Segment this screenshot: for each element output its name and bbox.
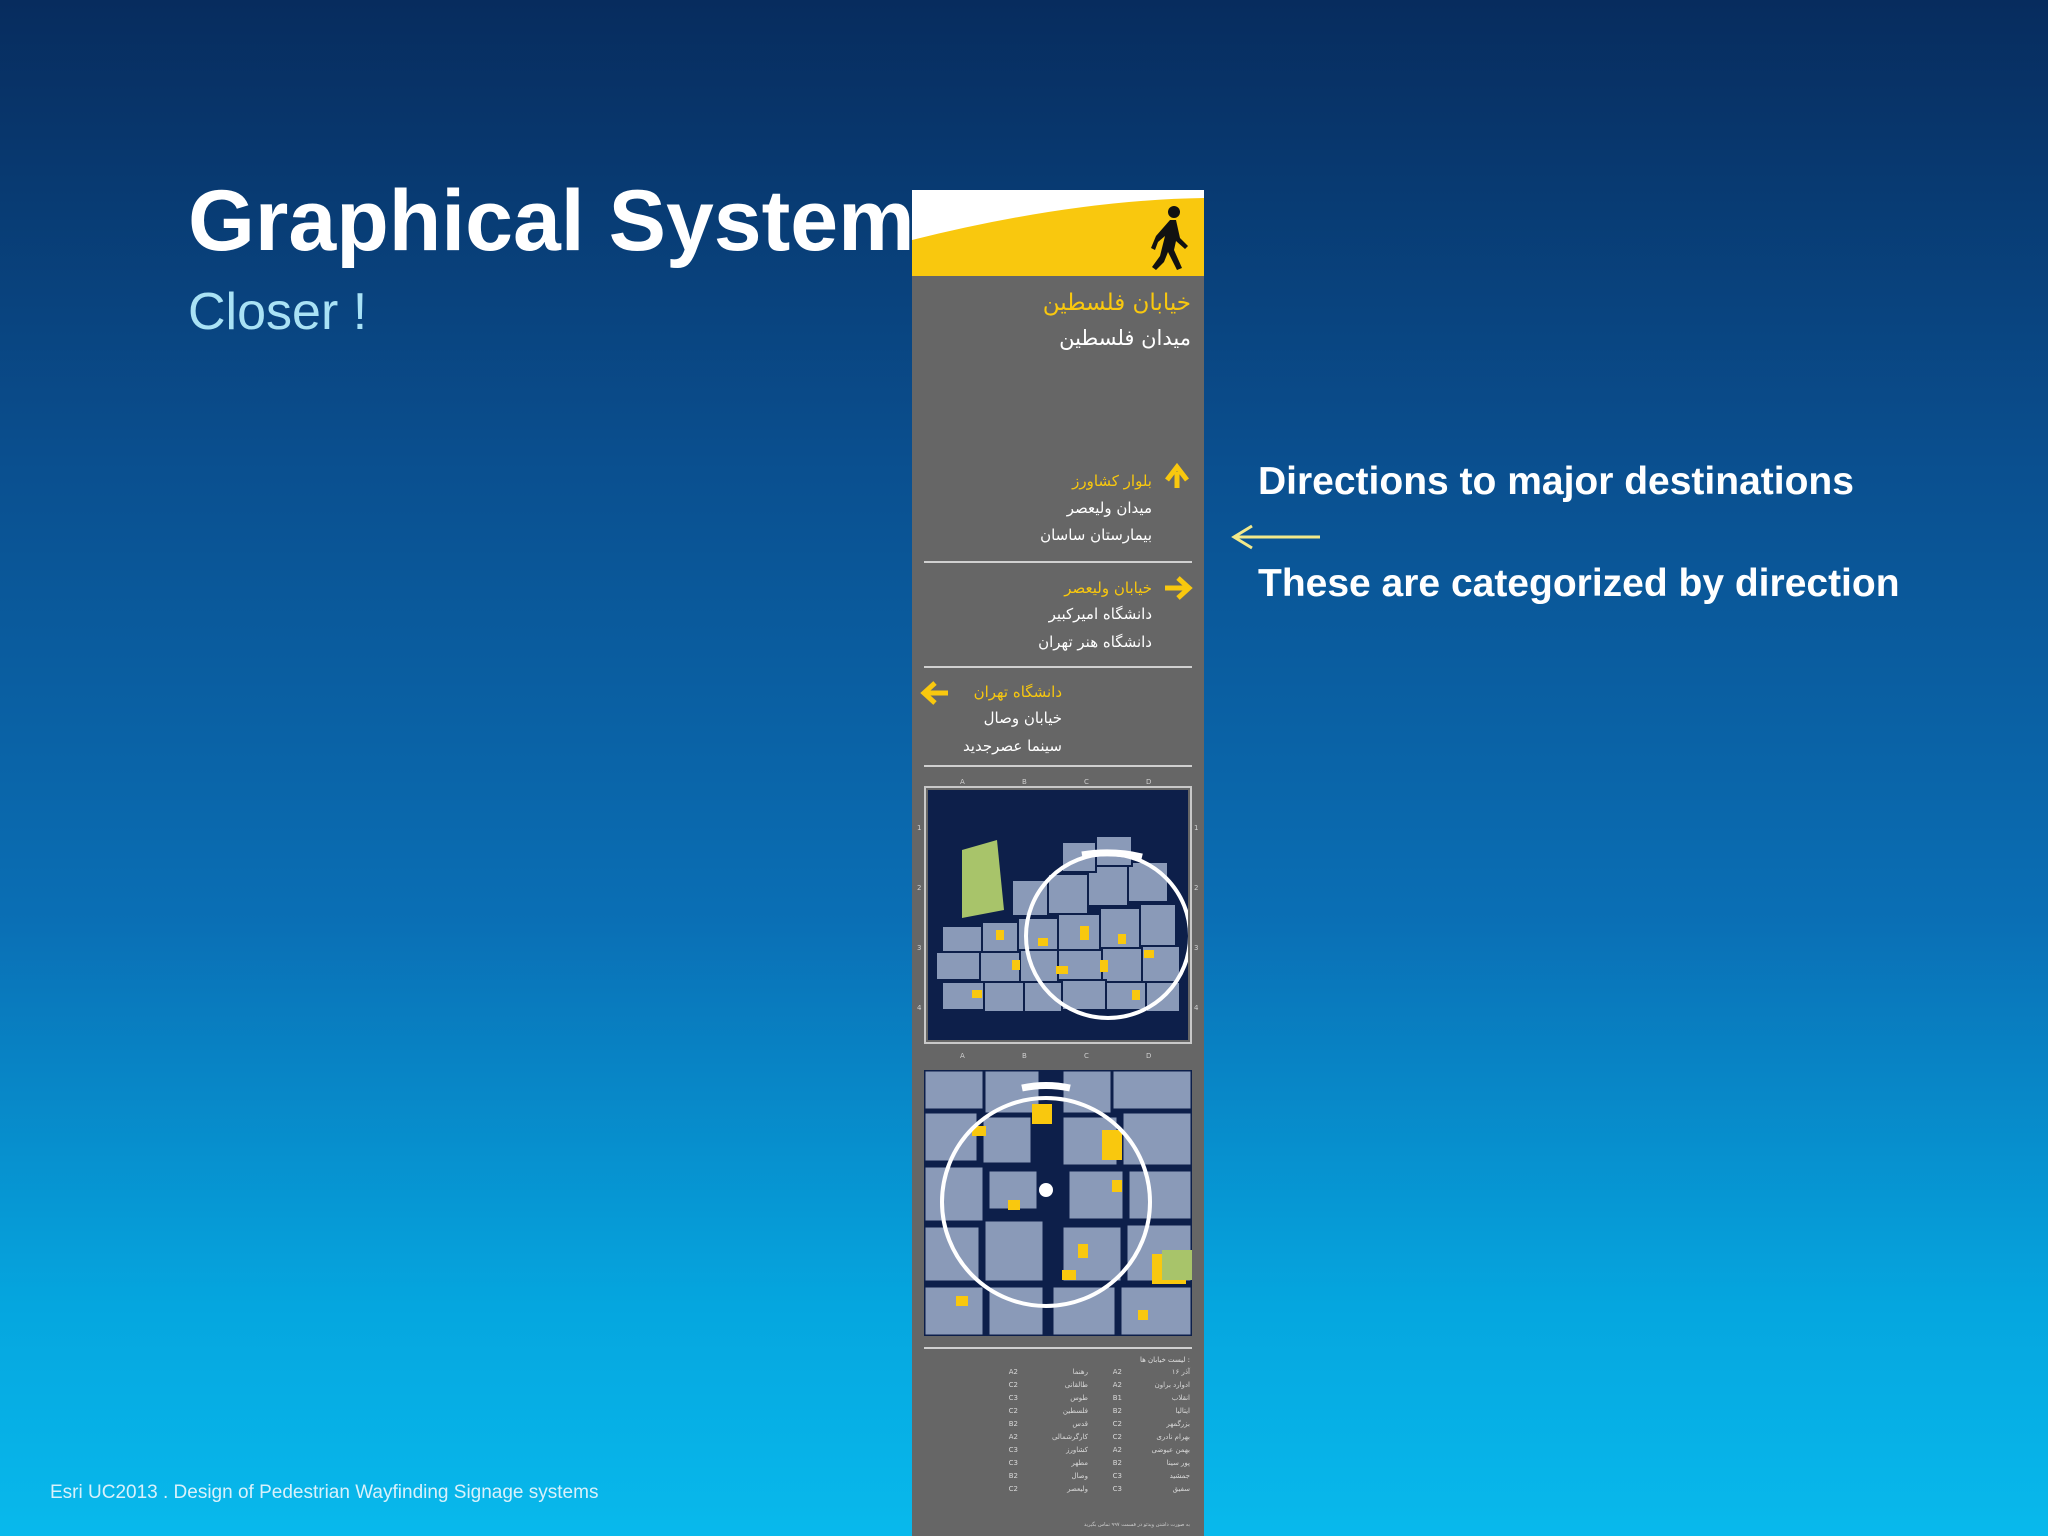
street-index-code: C2 — [1009, 1381, 1018, 1389]
svg-text:2: 2 — [917, 884, 921, 892]
street-index-code: A2 — [1113, 1368, 1122, 1376]
sign-footnote: به صورت داشتن ویدئو در قسمت ۹۹۷ تماس بگی… — [1084, 1521, 1190, 1528]
direction-group-3-item-1: خیابان وصال — [984, 709, 1062, 727]
svg-text:4: 4 — [1194, 1004, 1199, 1012]
callout-directions: Directions to major destinations — [1258, 460, 1854, 503]
street-index-code: B2 — [1113, 1407, 1122, 1415]
street-index-code: C3 — [1113, 1472, 1122, 1480]
direction-group-2-item-1: دانشگاه امیرکبیر — [1048, 605, 1152, 623]
street-index-name: بزرگمهر — [1165, 1419, 1190, 1428]
slide-subtitle: Closer ! — [188, 283, 368, 341]
wayfinding-sign: خیابان فلسطین میدان فلسطین بلوار کشاورز … — [912, 190, 1204, 1536]
slide-title: Graphical System — [188, 173, 915, 269]
street-index-code: C2 — [1113, 1433, 1122, 1441]
street-index-code: A2 — [1009, 1433, 1018, 1441]
street-index-code: C3 — [1009, 1459, 1018, 1467]
svg-text:D: D — [1146, 1052, 1151, 1060]
street-index-name: طوس — [1070, 1394, 1088, 1402]
street-index-code: B2 — [1009, 1420, 1018, 1428]
svg-text:B: B — [1022, 778, 1027, 786]
svg-text:3: 3 — [917, 944, 921, 952]
direction-group-2-item-2: دانشگاه هنر تهران — [1038, 633, 1152, 651]
street-index-name: مطهر — [1070, 1459, 1088, 1467]
street-index-code: C2 — [1009, 1407, 1018, 1415]
street-index-code: C3 — [1113, 1485, 1122, 1493]
svg-text:C: C — [1084, 1052, 1089, 1060]
street-index-code: B2 — [1113, 1459, 1122, 1467]
street-index-name: سفیق — [1173, 1485, 1190, 1493]
street-index-code: B1 — [1113, 1394, 1122, 1402]
sign-street-name: خیابان فلسطین — [1043, 290, 1191, 316]
svg-text:B: B — [1022, 1052, 1027, 1060]
callout-categorized: These are categorized by direction — [1258, 562, 1900, 605]
street-index-name: بهمن عیوضی — [1152, 1446, 1191, 1454]
street-index-name: کارگرشمالی — [1052, 1432, 1089, 1441]
street-index-name: طالقانی — [1065, 1381, 1089, 1389]
svg-text:D: D — [1146, 778, 1151, 786]
street-index-name: بهرام نادری — [1156, 1433, 1190, 1441]
svg-text:2: 2 — [1194, 884, 1198, 892]
street-index-name: قدس — [1072, 1420, 1088, 1428]
you-are-here-marker — [1039, 1183, 1053, 1197]
street-index-name: رهنما — [1073, 1368, 1088, 1376]
street-index-code: C2 — [1009, 1485, 1018, 1493]
park-area — [962, 840, 1004, 918]
street-index-code: A2 — [1113, 1446, 1122, 1454]
street-index-code: A2 — [1113, 1381, 1122, 1389]
svg-text:4: 4 — [917, 1004, 922, 1012]
street-index-name: انقلاب — [1172, 1394, 1190, 1402]
street-index-name: ولیعصر — [1066, 1485, 1088, 1493]
svg-text:A: A — [960, 778, 965, 786]
svg-text:C: C — [1084, 778, 1089, 786]
direction-group-3-item-2: سینما عصرجدید — [963, 737, 1062, 755]
direction-group-1-heading: بلوار کشاورز — [1071, 472, 1152, 490]
direction-group-3-heading: دانشگاه تهران — [974, 683, 1062, 701]
street-index-code: C3 — [1009, 1394, 1018, 1402]
street-index-code: B2 — [1009, 1472, 1018, 1480]
svg-text:1: 1 — [1194, 824, 1198, 832]
svg-text:A: A — [960, 1052, 965, 1060]
direction-group-2-heading: خیابان ولیعصر — [1063, 579, 1152, 597]
wayfinding-sign-graphic: خیابان فلسطین میدان فلسطین بلوار کشاورز … — [912, 190, 1204, 1536]
street-index-name: ۱۶ آذر — [1172, 1367, 1191, 1376]
street-index-title: لیست خیابان ها : — [1140, 1356, 1190, 1364]
street-index-name: پور سینا — [1167, 1459, 1190, 1467]
street-index-name: وصال — [1071, 1472, 1088, 1480]
local-map — [924, 1070, 1192, 1336]
arrow-left-icon — [1231, 524, 1320, 550]
street-index-code: C2 — [1113, 1420, 1122, 1428]
overview-map — [924, 786, 1192, 1044]
street-index-name: فلسطین — [1063, 1407, 1088, 1415]
slide-footer: Esri UC2013 . Design of Pedestrian Wayfi… — [50, 1482, 599, 1503]
direction-group-1-item-1: میدان ولیعصر — [1066, 499, 1152, 517]
street-index-name: ادوارد براون — [1155, 1381, 1190, 1389]
street-index-code: A2 — [1009, 1368, 1018, 1376]
sign-square-name: میدان فلسطین — [1059, 326, 1191, 350]
street-index-name: جمشید — [1170, 1472, 1190, 1480]
street-index-name: کشاورز — [1065, 1446, 1089, 1454]
street-index-name: ایتالیا — [1175, 1407, 1190, 1415]
svg-text:3: 3 — [1194, 944, 1198, 952]
street-index-code: C3 — [1009, 1446, 1018, 1454]
direction-group-1-item-2: بیمارستان ساسان — [1040, 526, 1152, 544]
svg-text:1: 1 — [917, 824, 921, 832]
